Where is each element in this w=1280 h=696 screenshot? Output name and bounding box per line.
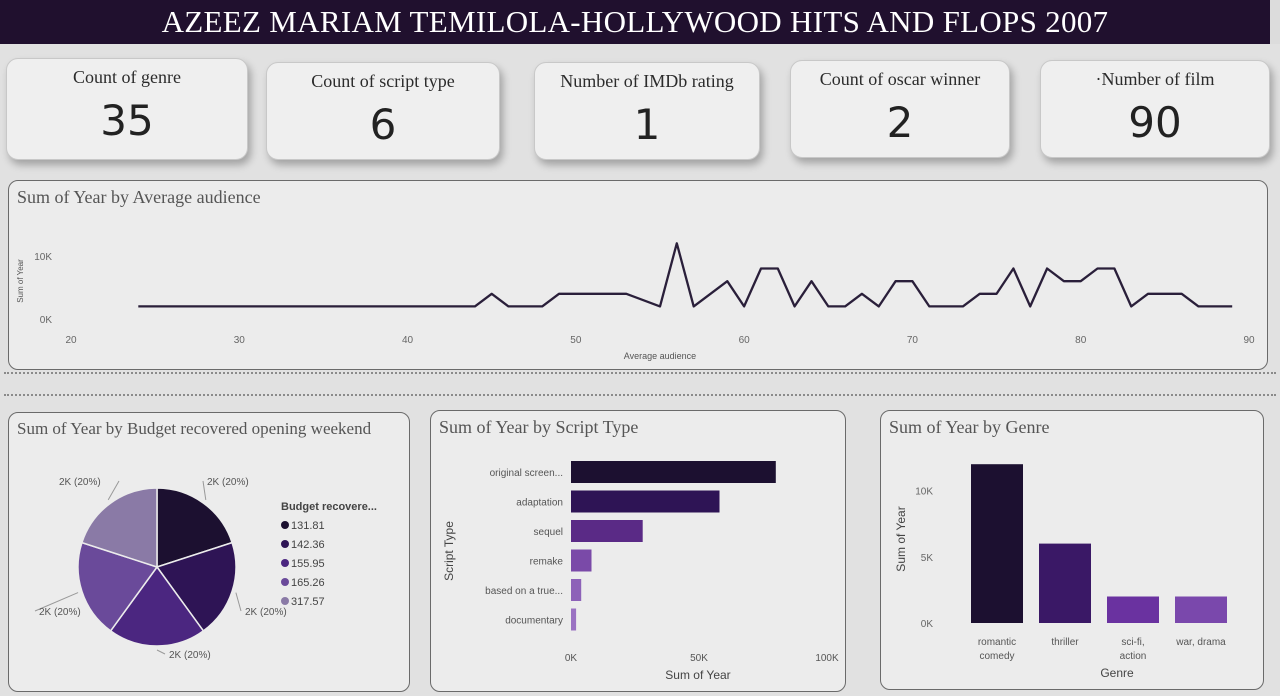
- bar: [1039, 543, 1091, 623]
- bar: [971, 464, 1023, 623]
- kpi-card-genre[interactable]: Count of genre 35: [6, 58, 248, 160]
- y-tick-label: 5K: [921, 553, 934, 564]
- section-divider: [4, 372, 1276, 374]
- pie-slice-label: 2K (20%): [207, 477, 249, 488]
- y-axis-title: Sum of Year: [894, 506, 908, 571]
- pie-slice-label: 2K (20%): [39, 607, 81, 618]
- kpi-value: 2: [886, 98, 914, 147]
- section-divider: [4, 394, 1276, 396]
- kpi-card-script-type[interactable]: Count of script type 6: [266, 62, 500, 160]
- x-tick-label: 0K: [565, 653, 578, 664]
- pie-legend-marker: [281, 597, 289, 605]
- bar: [571, 579, 582, 601]
- y-tick-label: 0K: [921, 619, 934, 630]
- bar: [571, 490, 720, 513]
- pie-legend-marker: [281, 559, 289, 567]
- x-tick-label: 50K: [690, 653, 708, 664]
- x-tick-label: 50: [570, 335, 582, 346]
- script-type-chart-panel[interactable]: Sum of Year by Script Type original scre…: [430, 410, 846, 692]
- bar: [571, 520, 643, 542]
- pie-slice-label: 2K (20%): [59, 477, 101, 488]
- category-label: comedy: [979, 651, 1014, 662]
- kpi-label: Count of genre: [73, 67, 181, 87]
- category-label: sequel: [534, 527, 563, 538]
- kpi-label: ·Number of film: [1095, 69, 1215, 89]
- pie-legend-marker: [281, 540, 289, 548]
- pie-slice-label: 2K (20%): [169, 650, 211, 661]
- category-label: based on a true...: [485, 586, 563, 597]
- category-label: war, drama: [1175, 637, 1226, 648]
- kpi-value: 1: [633, 100, 661, 149]
- kpi-card-oscar-winner[interactable]: Count of oscar winner 2: [790, 60, 1010, 158]
- category-label: adaptation: [516, 498, 563, 509]
- genre-chart-panel[interactable]: Sum of Year by Genre 10K 5K 0K romantic come…: [880, 410, 1264, 690]
- x-axis-title: Average audience: [624, 351, 696, 361]
- x-tick-label: 20: [65, 335, 77, 346]
- kpi-label: Count of oscar winner: [819, 69, 981, 89]
- kpi-value: 35: [100, 96, 154, 145]
- x-tick-label: 90: [1243, 335, 1255, 346]
- kpi-label: Count of script type: [311, 71, 455, 91]
- y-tick-label: 0K: [40, 315, 53, 326]
- pie-chart: 2K (20%) 2K (20%) 2K (20%) 2K (20%) 2K (20%)…: [34, 477, 377, 661]
- x-tick-label: 60: [739, 335, 751, 346]
- bar: [1175, 596, 1227, 623]
- kpi-label: Number of IMDb rating: [560, 71, 734, 91]
- pie-legend-marker: [281, 578, 289, 586]
- pie-legend-item: 155.95: [291, 558, 325, 570]
- pie-leader-line: [202, 480, 207, 500]
- x-axis-title: Genre: [1100, 666, 1134, 680]
- script-type-chart: original screen... adaptation sequel remake…: [442, 461, 839, 682]
- x-tick-label: 30: [234, 335, 246, 346]
- kpi-card-imdb-rating[interactable]: Number of IMDb rating 1: [534, 62, 760, 160]
- x-tick-label: 70: [907, 335, 919, 346]
- kpi-value: 90: [1128, 98, 1182, 147]
- pie-legend-item: 165.26: [291, 577, 325, 589]
- category-label: sci-fi,: [1121, 637, 1144, 648]
- pie-leader-line: [235, 592, 242, 612]
- bar: [571, 608, 577, 631]
- pie-slice-label: 2K (20%): [245, 607, 287, 618]
- bar: [571, 549, 592, 572]
- category-label: remake: [530, 557, 564, 568]
- kpi-card-number-of-film[interactable]: ·Number of film 90: [1040, 60, 1270, 158]
- x-axis-title: Sum of Year: [665, 668, 730, 682]
- x-tick-label: 40: [402, 335, 414, 346]
- line-chart: 10K 0K 20 30 40 50 60 70 80 90 Average audience Sum…: [16, 242, 1255, 361]
- bar: [571, 461, 776, 483]
- y-tick-label: 10K: [915, 487, 933, 498]
- category-label: original screen...: [490, 468, 563, 479]
- x-tick-label: 100K: [815, 653, 839, 664]
- category-label: romantic: [978, 637, 1016, 648]
- pie-leader-line: [156, 649, 166, 655]
- category-label: thriller: [1051, 637, 1079, 648]
- x-tick-label: 80: [1075, 335, 1087, 346]
- pie-legend-title: Budget recovere...: [281, 501, 377, 513]
- pie-legend-marker: [281, 521, 289, 529]
- y-axis-title: Script Type: [442, 521, 456, 581]
- pie-legend-item: 317.57: [291, 596, 325, 608]
- pie-chart-panel[interactable]: Sum of Year by Budget recovered opening …: [8, 412, 410, 692]
- pie-legend-item: 142.36: [291, 539, 325, 551]
- y-axis-title: Sum of Year: [16, 259, 25, 303]
- bar: [1107, 596, 1159, 623]
- dashboard-title: AZEEZ MARIAM TEMILOLA-HOLLYWOOD HITS AND…: [0, 0, 1270, 44]
- genre-chart: 10K 5K 0K romantic comedy thriller sci-fi, acti…: [894, 464, 1227, 680]
- pie-legend-item: 131.81: [291, 520, 325, 532]
- series-line: [138, 242, 1233, 308]
- pie-leader-line: [107, 480, 120, 501]
- category-label: action: [1120, 651, 1147, 662]
- y-tick-label: 10K: [34, 252, 52, 263]
- kpi-value: 6: [369, 100, 397, 149]
- category-label: documentary: [505, 616, 563, 627]
- line-chart-panel[interactable]: Sum of Year by Average audience 10K 0K 20 3…: [8, 180, 1268, 370]
